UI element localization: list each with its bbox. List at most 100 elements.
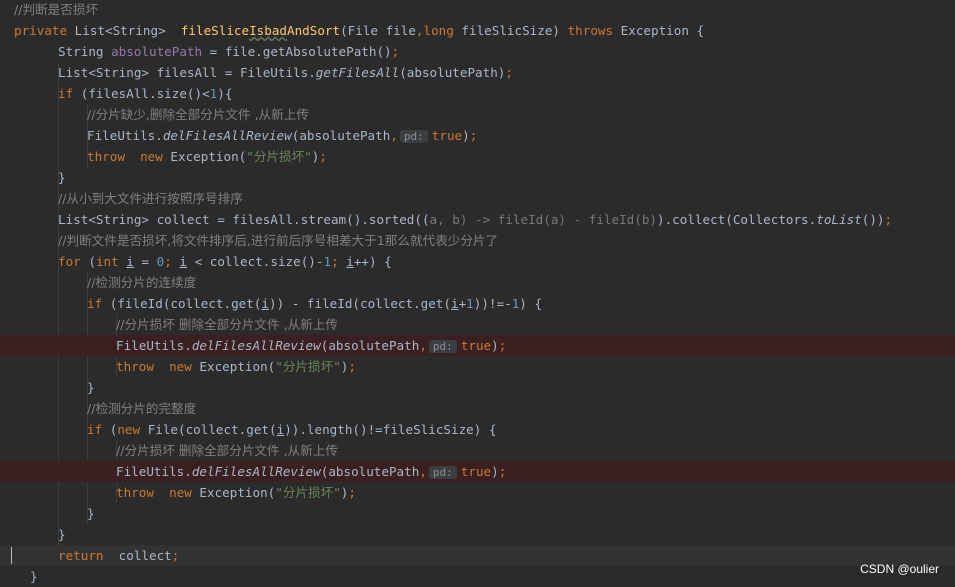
code-text: //分片缺少,删除全部分片文件 ,从新上传 (87, 104, 309, 125)
code-token: List<String> collect = filesAll.stream()… (58, 212, 430, 227)
code-token: ) (462, 128, 470, 143)
code-token: i (179, 254, 187, 269)
code-token: private (14, 23, 75, 38)
code-token: File(collect.get( (147, 422, 277, 437)
code-token: new (169, 485, 200, 500)
code-line[interactable]: if (fileId(collect.get(i)) - fileId(coll… (0, 293, 955, 314)
code-text: List<String> collect = filesAll.stream()… (58, 209, 892, 230)
code-line[interactable]: for (int i = 0; i < collect.size()-1; i+… (0, 251, 955, 272)
code-text: } (58, 167, 66, 188)
code-token: List<String> filesAll = FileUtils. (58, 65, 316, 80)
code-text: } (87, 377, 95, 398)
code-token: long (423, 23, 462, 38)
code-token: ))!=- (473, 296, 512, 311)
code-text: //分片损坏 删除全部分片文件 ,从新上传 (116, 314, 338, 335)
code-line[interactable]: List<String> collect = filesAll.stream()… (0, 209, 955, 230)
code-token: delFilesAllReview (191, 464, 321, 479)
code-line[interactable]: String absolutePath = file.getAbsolutePa… (0, 41, 955, 62)
code-line[interactable]: //判断文件是否损坏,将文件排序后,进行前后序号相差大于1那么就代表少分片了 (0, 230, 955, 251)
code-line[interactable]: //分片缺少,删除全部分片文件 ,从新上传 (0, 104, 955, 125)
code-text: String absolutePath = file.getAbsolutePa… (58, 41, 399, 62)
code-token: , (415, 23, 424, 38)
code-line[interactable]: FileUtils.delFilesAllReview(absolutePath… (0, 461, 955, 482)
code-text: if (fileId(collect.get(i)) - fileId(coll… (87, 293, 542, 314)
code-token: } (30, 569, 38, 584)
code-token: = (133, 254, 157, 269)
code-line[interactable]: throw new Exception("分片损坏"); (0, 146, 955, 167)
code-line[interactable]: //判断是否损坏 (0, 0, 955, 20)
code-text: return collect; (58, 545, 179, 566)
code-token: < collect.size()- (186, 254, 324, 269)
code-token: , (390, 128, 398, 143)
code-token: 1 (323, 254, 332, 269)
code-line[interactable]: FileUtils.delFilesAllReview(absolutePath… (0, 125, 955, 146)
code-text: FileUtils.delFilesAllReview(absolutePath… (116, 335, 506, 357)
code-token: if (87, 422, 110, 437)
code-line[interactable]: } (0, 503, 955, 524)
code-token: //检测分片的连续度 (87, 275, 197, 290)
code-text: throw new Exception("分片损坏"); (87, 146, 327, 167)
code-token: new (169, 359, 200, 374)
code-token: i (261, 296, 269, 311)
code-token: (fileId(collect.get( (109, 296, 262, 311)
code-line[interactable]: List<String> filesAll = FileUtils.getFil… (0, 62, 955, 83)
code-token: } (87, 506, 95, 521)
code-token: String (58, 44, 112, 59)
code-text: //从小到大文件进行按照序号排序 (58, 188, 243, 209)
code-token: } (87, 380, 95, 395)
code-line[interactable]: //检测分片的连续度 (0, 272, 955, 293)
code-token: (absolutePath) (399, 65, 506, 80)
code-token: ) { (519, 296, 543, 311)
code-token: throw (116, 485, 170, 500)
code-line[interactable]: private List<String> fileSliceIsbadAndSo… (0, 20, 955, 41)
code-line[interactable]: //从小到大文件进行按照序号排序 (0, 188, 955, 209)
code-line[interactable]: //检测分片的完整度 (0, 398, 955, 419)
code-token: ; (171, 548, 180, 563)
code-token: true (431, 128, 463, 143)
code-token: ; (164, 254, 180, 269)
code-token: "分片损坏" (275, 359, 341, 374)
code-token: delFilesAllReview (191, 338, 321, 353)
code-token: Exception( (199, 485, 276, 500)
code-line[interactable]: } (0, 167, 955, 188)
code-editor[interactable]: //判断是否损坏 private List<String> fileSliceIs… (0, 0, 955, 584)
code-token: throw (116, 359, 170, 374)
code-token: ()) (861, 212, 885, 227)
code-line[interactable]: //分片损坏 删除全部分片文件 ,从新上传 (0, 440, 955, 461)
parameter-hint: pd: (428, 340, 457, 353)
code-token: ; (319, 149, 327, 164)
code-line[interactable]: if (new File(collect.get(i)).length()!=f… (0, 419, 955, 440)
code-token: (absolutePath (320, 464, 420, 479)
code-token: Exception( (199, 359, 276, 374)
code-token: //判断文件是否损坏,将文件排序后,进行前后序号相差大于1那么就代表少分片了 (58, 233, 499, 248)
code-token: , (419, 338, 427, 353)
code-text: if (new File(collect.get(i)).length()!=f… (87, 419, 497, 440)
code-line[interactable]: return collect; (0, 545, 955, 566)
code-token: toList (816, 212, 862, 227)
code-token: ){ (217, 86, 233, 101)
code-line[interactable]: FileUtils.delFilesAllReview(absolutePath… (0, 335, 955, 356)
code-token: (absolutePath (320, 338, 420, 353)
code-token: //分片缺少,删除全部分片文件 ,从新上传 (87, 107, 309, 122)
parameter-hint: pd: (399, 130, 428, 143)
parameter-hint: pd: (428, 466, 457, 479)
code-line[interactable]: } (0, 524, 955, 545)
code-line[interactable]: throw new Exception("分片损坏"); (0, 482, 955, 503)
code-line[interactable]: if (filesAll.size()<1){ (0, 83, 955, 104)
code-token: for (58, 254, 89, 269)
code-token: new (117, 422, 148, 437)
code-text: //检测分片的完整度 (87, 398, 196, 419)
code-token: "分片损坏" (246, 149, 312, 164)
code-token: ; (348, 359, 356, 374)
code-line[interactable]: //分片损坏 删除全部分片文件 ,从新上传 (0, 314, 955, 335)
code-token: FileUtils. (116, 338, 192, 353)
code-token: Exception { (620, 23, 705, 38)
code-token: List<String> (74, 23, 181, 38)
code-text: List<String> filesAll = FileUtils.getFil… (58, 62, 513, 83)
code-token: ; (391, 44, 400, 59)
code-line[interactable]: } (0, 377, 955, 398)
code-token: (filesAll.size()< (80, 86, 210, 101)
code-line[interactable]: throw new Exception("分片损坏"); (0, 356, 955, 377)
code-text: if (filesAll.size()<1){ (58, 83, 232, 104)
code-text: //判断是否损坏 (14, 0, 98, 20)
